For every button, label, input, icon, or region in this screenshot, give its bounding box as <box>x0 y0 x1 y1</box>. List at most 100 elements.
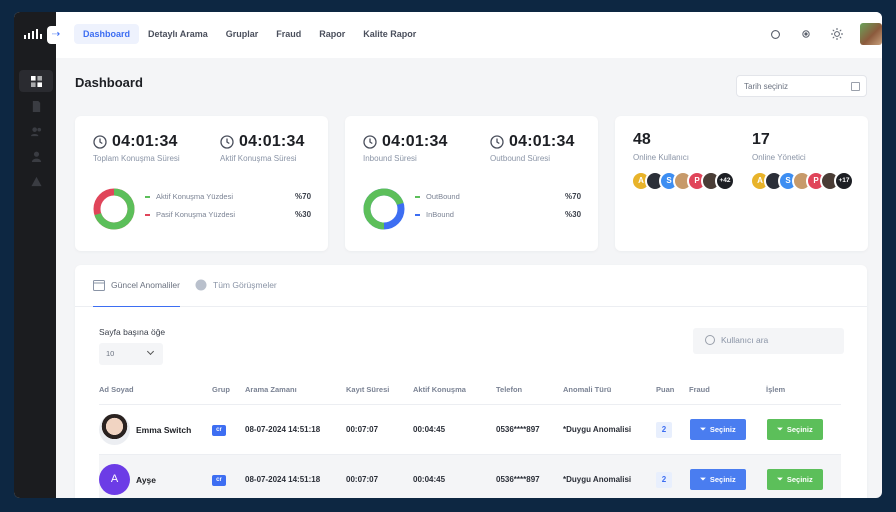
tab-current-anomalies-label: Güncel Anomaliler <box>111 280 180 290</box>
active-talk-label: Aktif Konuşma Süresi <box>220 154 297 163</box>
sidebar-item-alerts[interactable] <box>19 170 53 192</box>
direction-ratio-donut <box>363 188 405 230</box>
filter-icon: ⏷ <box>700 425 706 433</box>
col-group: Grup <box>212 385 230 394</box>
per-page-value: 10 <box>106 349 115 358</box>
tab-all-calls[interactable]: Tüm Görüşmeler <box>195 279 277 291</box>
talk-ratio-donut <box>93 188 135 230</box>
col-fraud: Fraud <box>689 385 710 394</box>
group-badge: cr <box>212 475 226 486</box>
sidebar-item-documents[interactable] <box>19 95 53 117</box>
nav-detailed-search[interactable]: Detaylı Arama <box>139 24 217 44</box>
legend-active-value: %70 <box>295 192 312 201</box>
action-select-button[interactable]: ⏷ Seçiniz <box>767 419 823 440</box>
legend-outbound-label: OutBound <box>426 192 460 201</box>
clock-icon <box>93 135 107 149</box>
search-button[interactable] <box>767 26 783 42</box>
avatar <box>99 414 130 445</box>
document-icon <box>32 100 40 112</box>
col-action: İşlem <box>766 385 786 394</box>
col-phone: Telefon <box>496 385 523 394</box>
col-name: Ad Soyad <box>99 385 134 394</box>
row-active-talk: 00:04:45 <box>413 475 446 484</box>
online-admins-avatars: A S P +17 <box>750 171 854 191</box>
sun-icon <box>831 28 843 40</box>
online-admins-count: 17 <box>752 131 770 148</box>
legend-active: Aktif Konuşma Yüzdesi <box>145 192 233 201</box>
row-record-duration: 00:07:07 <box>346 425 379 434</box>
nav-dashboard[interactable]: Dashboard <box>74 24 140 44</box>
col-active-talk: Aktif Konuşma <box>413 385 466 394</box>
total-talk-stat: 04:01:34 Toplam Konuşma Süresi <box>93 133 180 163</box>
row-name: Ayşe <box>136 475 157 485</box>
search-placeholder: Kullanıcı ara <box>721 335 769 345</box>
legend-inbound-label: InBound <box>426 210 454 219</box>
legend-outbound-value: %70 <box>565 192 582 201</box>
row-call-time: 08-07-2024 14:51:18 <box>245 425 321 434</box>
sidebar-item-profile[interactable] <box>19 145 53 167</box>
group-badge: cr <box>212 425 226 436</box>
calendar-icon <box>93 280 105 291</box>
per-page-select[interactable]: 10 <box>99 343 163 365</box>
row-phone: 0536****897 <box>496 475 540 484</box>
brightness-icon <box>802 30 810 38</box>
top-bar: Dashboard Detaylı Arama Gruplar Fraud Ra… <box>56 12 882 58</box>
light-mode-button[interactable] <box>829 26 845 42</box>
clock-icon <box>220 135 234 149</box>
sidebar-toggle-button[interactable]: ⇢ <box>47 26 65 44</box>
arrow-right-icon: ⇢ <box>51 29 61 40</box>
fraud-select-button[interactable]: ⏷ Seçiniz <box>690 469 746 490</box>
online-users-count: 48 <box>633 131 651 148</box>
page-title: Dashboard <box>75 75 143 90</box>
row-anomaly-type: *Duygu Anomalisi <box>563 425 632 434</box>
filter-icon: ⏷ <box>777 475 783 483</box>
sidebar-item-users[interactable] <box>19 120 53 142</box>
date-picker-placeholder: Tarih seçiniz <box>744 82 789 91</box>
legend-outbound: OutBound <box>415 192 460 201</box>
clock-icon <box>363 135 377 149</box>
nav-quality-report[interactable]: Kalite Rapor <box>354 24 425 44</box>
nav-groups[interactable]: Gruplar <box>217 24 268 44</box>
online-users-avatars: A S P +42 <box>631 171 735 191</box>
chat-icon <box>195 279 207 291</box>
active-talk-stat: 04:01:34 Aktif Konuşma Süresi <box>220 133 305 163</box>
warning-icon <box>30 176 42 186</box>
outbound-label: Outbound Süresi <box>490 154 551 163</box>
table-row[interactable]: Emma Switch cr 08-07-2024 14:51:18 00:07… <box>99 404 841 454</box>
row-phone: 0536****897 <box>496 425 540 434</box>
user-avatar[interactable] <box>860 23 882 45</box>
sidebar-item-dashboard[interactable] <box>19 70 53 92</box>
fraud-select-label: Seçiniz <box>709 475 736 484</box>
date-picker[interactable]: Tarih seçiniz <box>736 75 867 97</box>
more-users-badge[interactable]: +42 <box>715 171 735 191</box>
user-search-input[interactable]: Kullanıcı ara <box>693 328 844 354</box>
nav-report[interactable]: Rapor <box>310 24 354 44</box>
fraud-select-button[interactable]: ⏷ Seçiniz <box>690 419 746 440</box>
online-users-label: Online Kullanıcı <box>633 153 690 162</box>
inbound-stat: 04:01:34 Inbound Süresi <box>363 133 448 163</box>
row-name: Emma Switch <box>136 425 192 435</box>
active-talk-value: 04:01:34 <box>239 133 305 150</box>
col-anomaly-type: Anomali Türü <box>563 385 612 394</box>
fraud-select-label: Seçiniz <box>709 425 736 434</box>
clock-icon <box>490 135 504 149</box>
logo-icon <box>24 29 46 39</box>
active-tab-indicator <box>93 306 180 307</box>
col-call-time: Arama Zamanı <box>245 385 297 394</box>
table-row[interactable]: A Ayşe cr 08-07-2024 14:51:18 00:07:07 0… <box>99 454 841 498</box>
filter-icon: ⏷ <box>777 425 783 433</box>
action-select-button[interactable]: ⏷ Seçiniz <box>767 469 823 490</box>
row-active-talk: 00:04:45 <box>413 425 446 434</box>
col-record-duration: Kayıt Süresi <box>346 385 390 394</box>
table-tabs: Güncel Anomaliler Tüm Görüşmeler <box>75 265 867 307</box>
chevron-down-icon <box>146 347 155 356</box>
more-admins-badge[interactable]: +17 <box>834 171 854 191</box>
theme-button[interactable] <box>798 26 814 42</box>
main-nav: Dashboard Detaylı Arama Gruplar Fraud Ra… <box>74 24 425 44</box>
legend-inbound: InBound <box>415 210 454 219</box>
nav-fraud[interactable]: Fraud <box>267 24 310 44</box>
avatar: A <box>99 464 130 495</box>
tab-current-anomalies[interactable]: Güncel Anomaliler <box>93 279 180 291</box>
anomalies-panel: Güncel Anomaliler Tüm Görüşmeler Sayfa b… <box>75 265 867 498</box>
row-anomaly-type: *Duygu Anomalisi <box>563 475 632 484</box>
